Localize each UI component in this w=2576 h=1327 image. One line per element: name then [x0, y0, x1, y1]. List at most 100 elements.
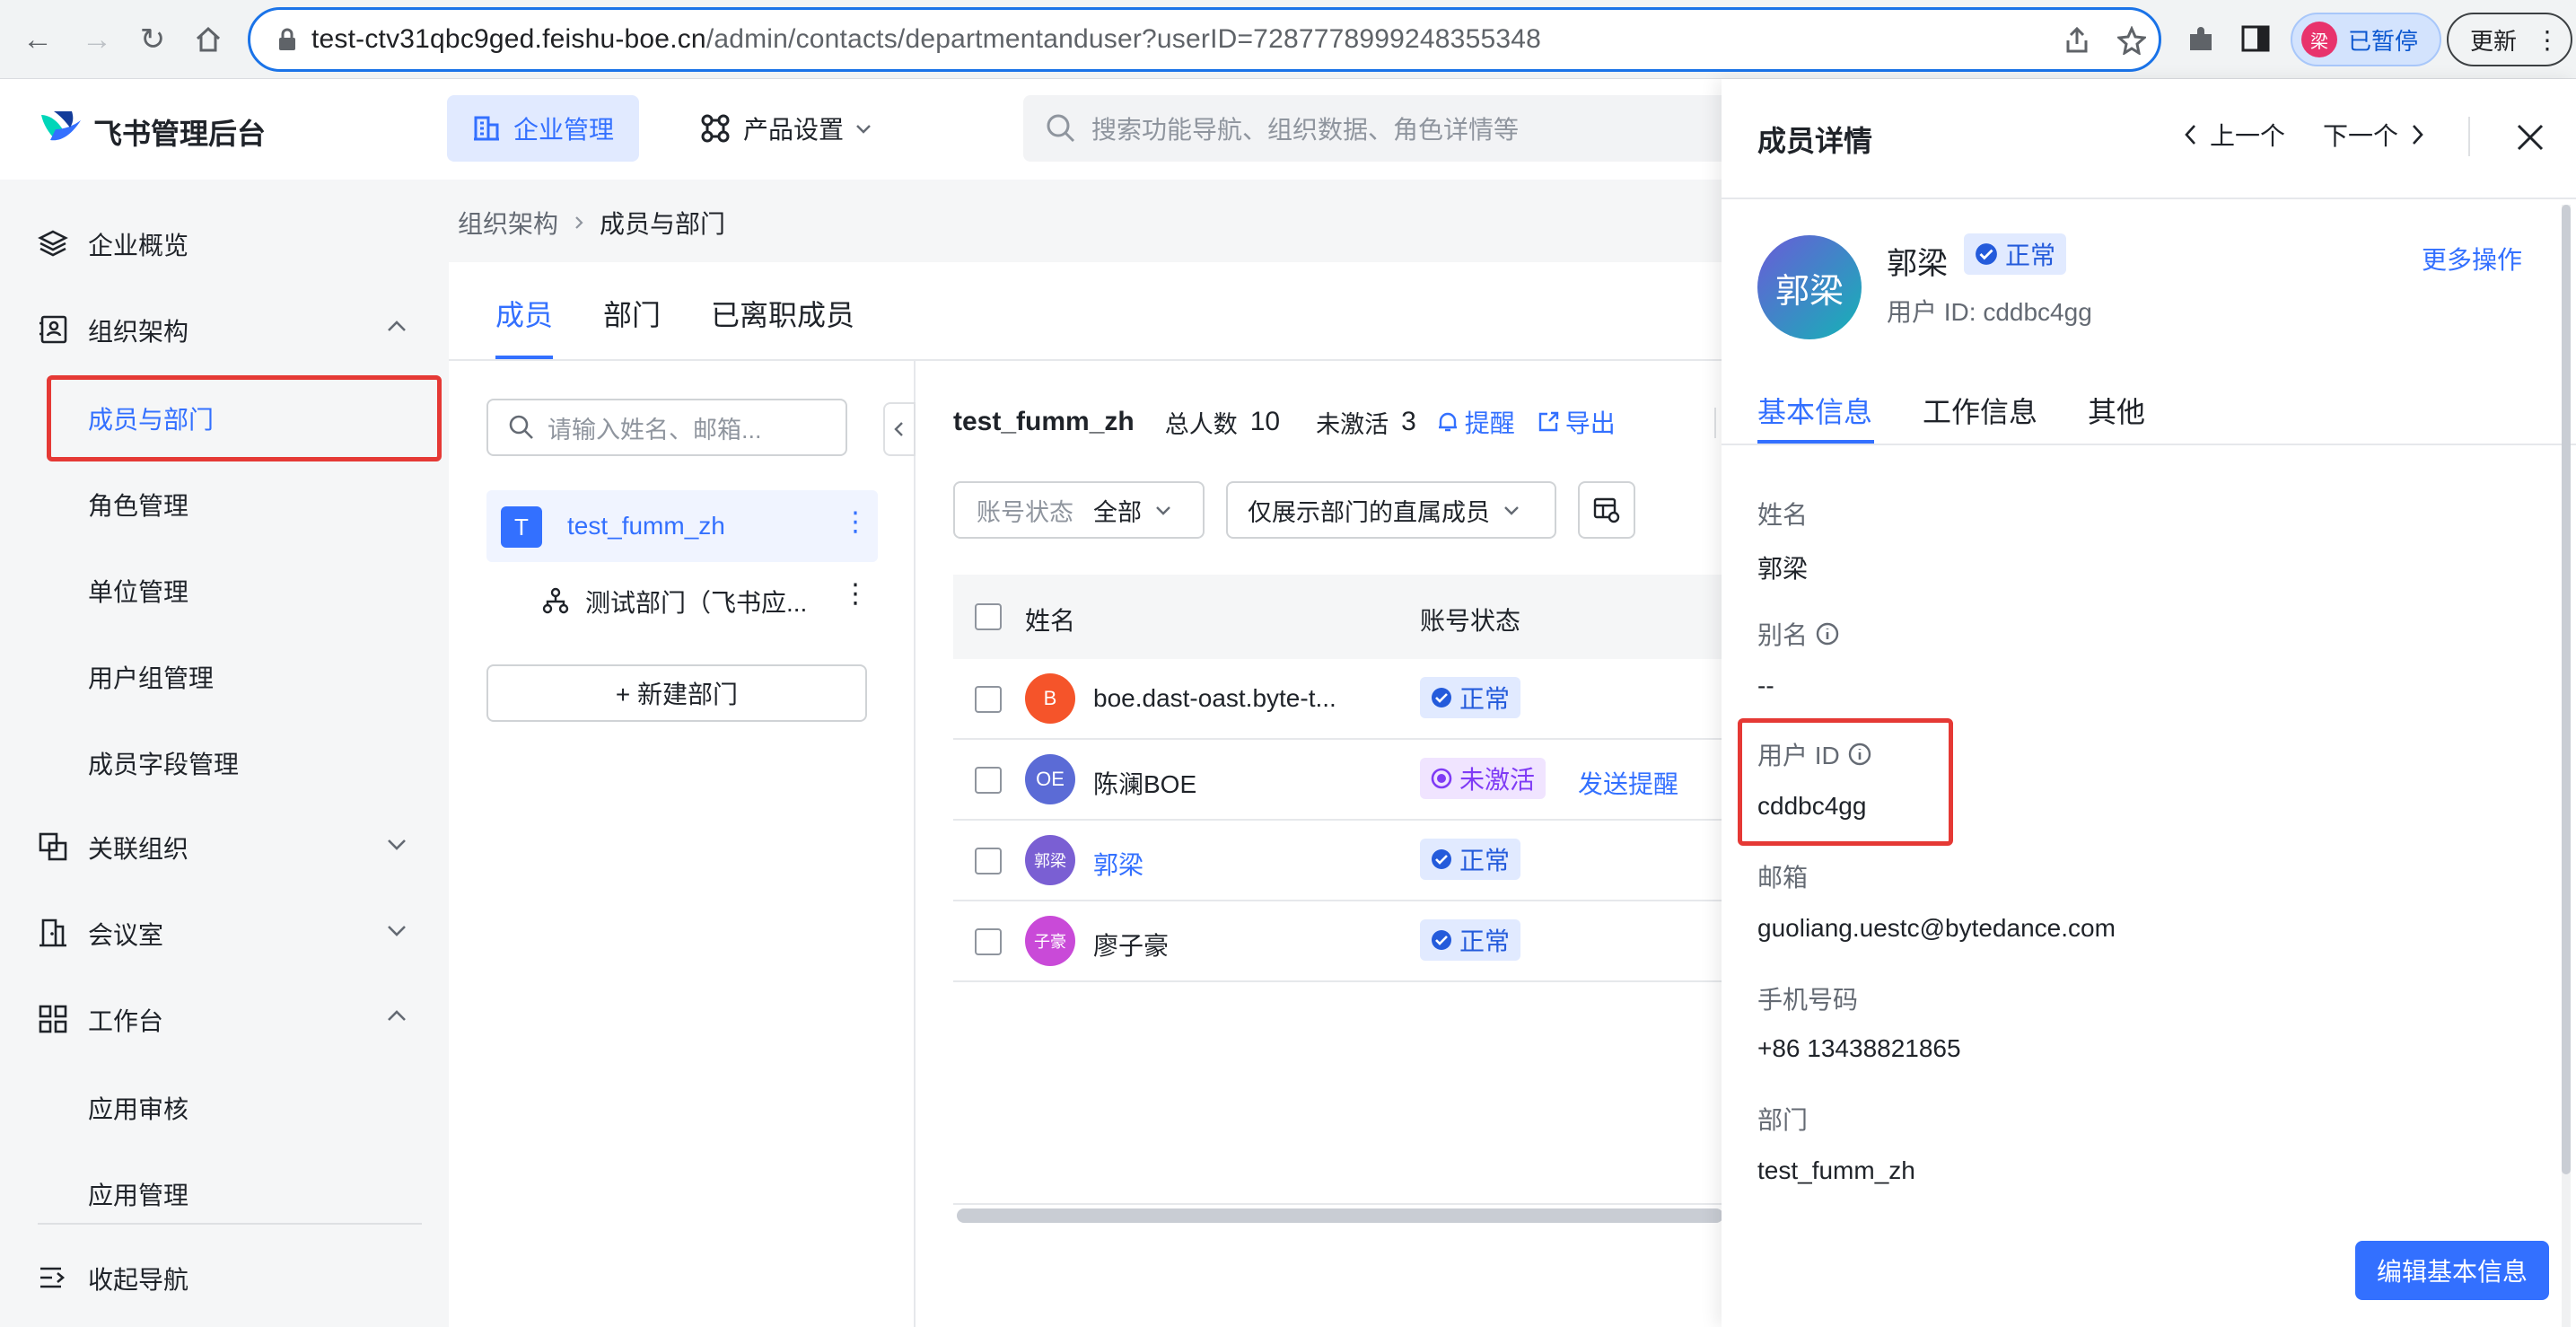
table-row[interactable]: B boe.dast-oast.byte-t... 正常 — [953, 659, 1723, 738]
profile-status-label: 已暂停 — [2348, 27, 2419, 55]
send-reminder-link[interactable]: 发送提醒 — [1578, 765, 1678, 801]
member-detail-panel: 成员详情 上一个 下一个 郭梁 郭梁 正常 用户 ID: cddbc4gg 更多… — [1722, 79, 2576, 1327]
update-button[interactable]: 更新 ⋮ — [2447, 13, 2572, 66]
dept-tree-root[interactable]: T test_fumm_zh ⋮ — [486, 490, 878, 562]
chevron-left-icon — [894, 422, 903, 436]
row-checkbox[interactable] — [975, 928, 1002, 955]
prev-member-button[interactable]: 上一个 — [2183, 117, 2285, 153]
export-button[interactable]: 导出 — [1537, 404, 1616, 440]
edit-basic-info-button[interactable]: 编辑基本信息 — [2355, 1241, 2549, 1300]
more-actions-button[interactable]: 更多操作 — [2422, 241, 2522, 277]
direct-members-filter[interactable]: 仅展示部门的直属成员 — [1226, 481, 1556, 539]
total-count-value: 10 — [1249, 407, 1281, 436]
member-name[interactable]: boe.dast-oast.byte-t... — [1093, 684, 1336, 713]
collapse-nav-icon — [40, 1267, 66, 1288]
sidebar-item-label: 企业概览 — [88, 232, 189, 259]
global-search-placeholder: 搜索功能导航、组织数据、角色详情等 — [1091, 116, 1520, 144]
side-panel-icon[interactable] — [2240, 23, 2271, 54]
member-name: 郭梁 — [1887, 247, 1948, 281]
global-search-box[interactable]: 搜索功能导航、组织数据、角色详情等 — [1023, 95, 1723, 162]
tab-work-info[interactable]: 工作信息 — [1923, 390, 2037, 431]
address-bar[interactable]: test-ctv31qbc9ged.feishu-boe.cn/admin/co… — [248, 7, 2161, 72]
next-member-button[interactable]: 下一个 — [2323, 117, 2425, 153]
profile-paused-button[interactable]: 梁 已暂停 — [2291, 13, 2441, 66]
home-icon[interactable] — [188, 20, 228, 59]
sidebar-item-overview[interactable]: 企业概览 — [0, 199, 449, 286]
new-department-button[interactable]: + 新建部门 — [486, 664, 867, 722]
breadcrumb-current: 成员与部门 — [600, 210, 726, 238]
select-all-checkbox[interactable] — [975, 603, 1002, 630]
member-name[interactable]: 郭梁 — [1093, 846, 1143, 882]
member-name[interactable]: 廖子豪 — [1093, 927, 1169, 962]
info-icon[interactable] — [1847, 742, 1872, 767]
chevron-up-icon — [388, 1010, 406, 1021]
sidebar-item-members-departments[interactable]: 成员与部门 — [88, 400, 214, 436]
panel-scrollbar-thumb[interactable] — [2562, 205, 2571, 1174]
panel-header-divider — [2468, 117, 2470, 156]
tab-resigned-members[interactable]: 已离职成员 — [711, 293, 854, 334]
chevron-down-icon — [1156, 506, 1170, 515]
back-arrow-icon[interactable]: ← — [18, 20, 57, 59]
close-icon[interactable] — [2515, 122, 2545, 153]
bookmark-star-icon[interactable] — [2117, 26, 2146, 55]
sidebar-item-role-management[interactable]: 角色管理 — [88, 487, 188, 523]
check-circle-icon — [1432, 849, 1451, 869]
extensions-puzzle-icon[interactable] — [2185, 23, 2217, 56]
status-badge: 正常 — [1420, 919, 1521, 961]
export-label: 导出 — [1564, 409, 1616, 437]
collapse-tree-button[interactable] — [883, 402, 916, 456]
direct-members-filter-label: 仅展示部门的直属成员 — [1248, 498, 1490, 526]
dept-root-more-icon[interactable]: ⋮ — [842, 506, 869, 538]
chevron-down-icon — [388, 839, 406, 850]
row-checkbox[interactable] — [975, 848, 1002, 874]
row-checkbox[interactable] — [975, 686, 1002, 713]
bell-icon — [1438, 412, 1457, 432]
tab-basic-info[interactable]: 基本信息 — [1757, 390, 1872, 431]
member-name[interactable]: 陈澜BOE — [1093, 765, 1196, 801]
sidebar-item-label: 关联组织 — [88, 835, 189, 863]
browser-toolbar: ← → ↻ test-ctv31qbc9ged.feishu-boe.cn/ad… — [0, 0, 2576, 79]
breadcrumb-parent[interactable]: 组织架构 — [458, 205, 558, 241]
table-row[interactable]: 子豪 廖子豪 正常 — [953, 901, 1723, 980]
status-badge: 正常 — [1420, 839, 1521, 880]
info-icon[interactable] — [1815, 621, 1840, 646]
sidebar-item-label: 收起导航 — [88, 1266, 189, 1294]
sidebar-item-meeting-room[interactable]: 会议室 — [0, 889, 449, 975]
horizontal-scrollbar[interactable] — [957, 1208, 1723, 1223]
column-settings-button[interactable] — [1578, 481, 1635, 539]
remind-button[interactable]: 提醒 — [1436, 404, 1515, 440]
inactive-count-label: 未激活 — [1316, 410, 1389, 438]
nav-product-settings[interactable]: 产品设置 — [700, 95, 898, 162]
sidebar-item-user-group-management[interactable]: 用户组管理 — [88, 659, 214, 695]
sidebar-item-app-management[interactable]: 应用管理 — [88, 1176, 188, 1212]
forward-arrow-icon[interactable]: → — [77, 20, 117, 59]
row-divider — [953, 980, 1723, 982]
reload-icon[interactable]: ↻ — [133, 20, 172, 59]
tab-other[interactable]: 其他 — [2088, 390, 2145, 431]
tab-members[interactable]: 成员 — [495, 293, 553, 334]
dept-tree-child[interactable]: 测试部门（飞书应... ⋮ — [486, 564, 878, 636]
tab-departments[interactable]: 部门 — [603, 293, 661, 334]
sidebar-collapse-nav[interactable]: 收起导航 — [0, 1234, 449, 1320]
account-status-filter-value: 全部 — [1093, 498, 1142, 526]
dept-search-input[interactable]: 请输入姓名、邮箱... — [486, 399, 847, 456]
table-row[interactable]: OE 陈澜BOE 未激活 发送提醒 — [953, 740, 1723, 819]
sidebar: 企业概览 组织架构 成员与部门 角色管理 单位管理 用户组管理 成员字段管理 关… — [0, 180, 449, 1327]
sidebar-item-app-review[interactable]: 应用审核 — [88, 1090, 188, 1126]
account-status-filter[interactable]: 账号状态 全部 — [953, 481, 1205, 539]
sidebar-item-member-field-management[interactable]: 成员字段管理 — [88, 745, 239, 781]
sidebar-item-linked-org[interactable]: 关联组织 — [0, 803, 449, 889]
table-row[interactable]: 郭梁 郭梁 正常 — [953, 821, 1723, 900]
row-checkbox[interactable] — [975, 767, 1002, 794]
sidebar-item-org-structure[interactable]: 组织架构 — [0, 286, 449, 372]
dept-child-more-icon[interactable]: ⋮ — [842, 578, 869, 610]
sidebar-item-workplace[interactable]: 工作台 — [0, 975, 449, 1061]
share-icon[interactable] — [2063, 26, 2090, 55]
nav-enterprise-management[interactable]: 企业管理 — [447, 95, 639, 162]
update-label: 更新 — [2470, 27, 2518, 55]
app-logo-text: 飞书管理后台 — [93, 118, 267, 150]
field-value-email: guoliang.uestc@bytedance.com — [1757, 914, 2116, 942]
dept-search-placeholder: 请输入姓名、邮箱... — [548, 416, 762, 444]
field-value-user-id: cddbc4gg — [1757, 792, 1867, 820]
sidebar-item-unit-management[interactable]: 单位管理 — [88, 573, 188, 609]
